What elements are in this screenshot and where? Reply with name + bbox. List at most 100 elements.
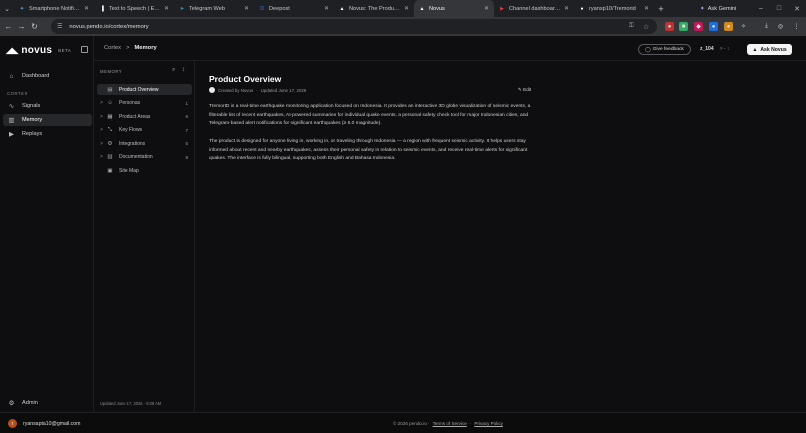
tab-label: Smartphone Notificati <box>29 5 81 12</box>
close-tab-icon[interactable]: ✕ <box>404 5 409 12</box>
memory-tree-item[interactable]: > ▦ Product Areas 6 <box>97 111 192 122</box>
sidebar-item-dashboard[interactable]: ⌂ Dashboard <box>3 70 92 82</box>
terms-link[interactable]: Terms of Service <box>433 421 467 426</box>
ask-novus-button[interactable]: ▲ Ask Novus <box>747 44 792 55</box>
close-tab-icon[interactable]: ✕ <box>644 5 649 12</box>
key-icon[interactable]: ⚿ <box>629 23 634 30</box>
memory-panel: MEMORY ⌕ ↕ ▤ Product Overview > ☺ Personas 1 >… <box>94 61 195 412</box>
give-feedback-button[interactable]: ◯ Give feedback <box>638 44 691 55</box>
extension-pink-icon[interactable]: ◆ <box>694 22 703 31</box>
page-meta: Created by Novus · Updated June 17, 2026 <box>209 87 306 93</box>
sidebar-item-replays[interactable]: ▶ Replays <box>3 128 92 140</box>
bookmark-star-icon[interactable]: ☆ <box>643 23 649 31</box>
edit-button[interactable]: ✎ Edit <box>518 87 531 93</box>
chevron-right-icon[interactable]: > <box>97 141 106 147</box>
browser-toolbar: ← → ↻ ☰ novus.pendo.io/cortex/memory ⚿ ☆… <box>0 17 806 36</box>
sidebar-item-signals[interactable]: ∿ Signals <box>3 100 92 112</box>
chevron-right-icon[interactable]: > <box>97 100 106 106</box>
sidebar-collapse-icon[interactable] <box>81 46 88 53</box>
sidebar: ◢◣ novus BETA ⌂ Dashboard CORTEX ∿ Signa… <box>0 36 94 412</box>
close-tab-icon[interactable]: ✕ <box>564 5 569 12</box>
gemini-icon: ✦ <box>700 5 705 12</box>
tab-label: ryansp10/Tremorid <box>589 5 636 12</box>
memory-tree-item[interactable]: > ⚙ Integrations 5 <box>97 138 192 149</box>
memory-item-count: 5 <box>185 141 188 146</box>
memory-item-label: Product Overview <box>119 86 159 93</box>
ask-gemini-button[interactable]: ✦ Ask Gemini <box>694 3 742 14</box>
tab-search-icon[interactable]: ⌄ <box>0 0 14 17</box>
browser-tab[interactable]: ▐ Text to Speech | Eleve ✕ <box>94 0 174 17</box>
forward-icon[interactable]: → <box>15 17 28 36</box>
page-content: Product Overview Created by Novus · Upda… <box>209 74 539 161</box>
avatar: r <box>8 419 17 428</box>
browser-tab[interactable]: ▶ Channel dashboard - ✕ <box>494 0 574 17</box>
overview-paragraph-1: TremorID is a real-time earthquake monit… <box>209 104 531 127</box>
memory-item-label: Documentation <box>119 154 153 160</box>
close-tab-icon[interactable]: ✕ <box>84 5 89 12</box>
address-bar[interactable]: ☰ novus.pendo.io/cortex/memory ⚿ ☆ <box>51 19 657 34</box>
novus-logo[interactable]: ◢◣ novus BETA <box>6 45 71 56</box>
memory-item-icon: ☺ <box>107 100 113 106</box>
chevron-right-icon[interactable]: > <box>97 154 106 160</box>
close-tab-icon[interactable]: ✕ <box>164 5 169 12</box>
user-selector[interactable]: z_104 > - ↕ <box>700 46 730 52</box>
section-label-cortex: CORTEX <box>7 91 28 96</box>
close-window-icon[interactable]: ✕ <box>788 0 806 17</box>
tab-favicon-icon: ▲ <box>419 5 425 12</box>
search-icon[interactable]: ⌕ <box>172 67 175 74</box>
user-account[interactable]: r ryansapta10@gmail.com <box>8 419 80 428</box>
tab-label: Telegram Web <box>189 5 225 12</box>
novus-mark-icon: ▲ <box>752 46 758 53</box>
back-icon[interactable]: ← <box>2 17 15 36</box>
memory-tree-item[interactable]: ▤ Product Overview <box>97 84 192 95</box>
extension-blue-icon[interactable]: ● <box>709 22 718 31</box>
browser-tab[interactable]: ● ryansp10/Tremorid ✕ <box>574 0 654 17</box>
sort-icon[interactable]: ↕ <box>182 67 185 73</box>
extensions-puzzle-icon[interactable]: ✧ <box>739 22 748 31</box>
download-icon[interactable]: ⤓ <box>762 22 771 31</box>
signals-icon: ∿ <box>8 103 15 110</box>
memory-tree-item[interactable]: ▣ Site Map <box>97 165 192 176</box>
profile-icon[interactable]: ◎ <box>776 22 785 31</box>
close-tab-icon[interactable]: ✕ <box>324 5 329 12</box>
minimize-icon[interactable]: – <box>752 0 770 17</box>
tab-label: Novus: The Product A <box>349 5 401 12</box>
memory-tree-item[interactable]: > ⤡ Key Flows 7 <box>97 125 192 136</box>
browser-tab[interactable]: ▲ Novus: The Product A ✕ <box>334 0 414 17</box>
memory-tree-item[interactable]: > ☺ Personas 1 <box>97 98 192 109</box>
close-tab-icon[interactable]: ✕ <box>484 5 489 12</box>
reload-icon[interactable]: ↻ <box>28 17 41 36</box>
breadcrumb-parent[interactable]: Cortex <box>104 45 121 51</box>
memory-item-count: 6 <box>185 114 188 119</box>
tab-favicon-icon: ➤ <box>179 5 185 12</box>
sidebar-item-memory[interactable]: ▥ Memory <box>3 114 92 126</box>
browser-tab[interactable]: ➤ Telegram Web ✕ <box>174 0 254 17</box>
chevron-right-icon[interactable]: > <box>97 114 106 120</box>
close-tab-icon[interactable]: ✕ <box>244 5 249 12</box>
sidebar-item-admin[interactable]: ⚙ Admin <box>3 397 92 409</box>
extension-green-icon[interactable]: ■ <box>679 22 688 31</box>
memory-item-label: Site Map <box>119 167 139 174</box>
extension-orange-icon[interactable]: ● <box>724 22 733 31</box>
chat-bubble-icon: ◯ <box>645 47 651 53</box>
browser-tab[interactable]: ▲ Novus ✕ <box>414 0 494 17</box>
extension-red-icon[interactable]: ● <box>665 22 674 31</box>
page-title: Product Overview <box>209 74 282 84</box>
tab-label: Novus <box>429 5 445 12</box>
privacy-link[interactable]: Privacy Policy <box>474 421 503 426</box>
browser-tab[interactable]: D Deepost ✕ <box>254 0 334 17</box>
chevron-right-icon[interactable]: > <box>97 127 106 133</box>
home-icon: ⌂ <box>9 72 14 80</box>
browser-tabs: ✦ Smartphone Notificati ✕ ▐ Text to Speech |… <box>14 0 654 17</box>
memory-item-icon: ▥ <box>107 154 113 160</box>
site-info-icon[interactable]: ☰ <box>57 23 62 30</box>
maximize-icon[interactable]: □ <box>770 0 788 17</box>
memory-item-label: Key Flows <box>119 127 143 133</box>
new-tab-icon[interactable]: + <box>654 4 668 14</box>
pencil-icon: ✎ <box>518 87 522 92</box>
tab-label: Channel dashboard - <box>509 5 561 12</box>
browser-menu-icon[interactable]: ⋮ <box>792 22 801 31</box>
browser-tab[interactable]: ✦ Smartphone Notificati ✕ <box>14 0 94 17</box>
memory-tree-item[interactable]: > ▥ Documentation 8 <box>97 152 192 163</box>
tab-favicon-icon: ● <box>580 5 584 12</box>
